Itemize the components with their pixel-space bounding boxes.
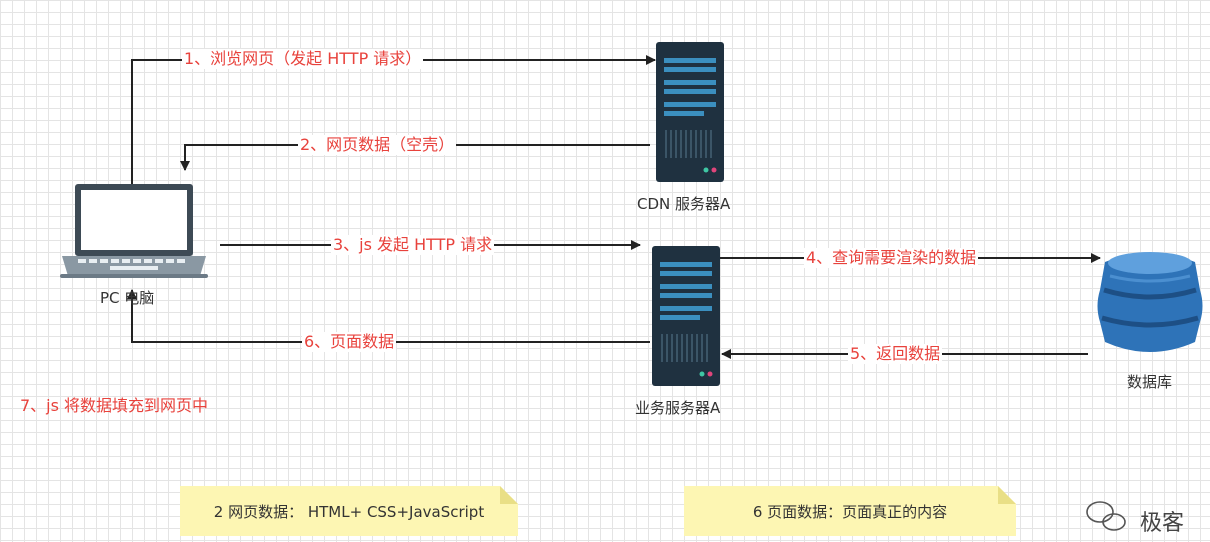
business-server-icon	[652, 246, 720, 386]
diagram-canvas	[60, 42, 1203, 531]
step-1-label: 1、浏览网页（发起 HTTP 请求）	[182, 49, 424, 69]
pc-label: PC 电脑	[100, 289, 155, 307]
arrow-step-1	[131, 55, 656, 185]
step-3-label: 3、js 发起 HTTP 请求	[331, 235, 495, 255]
note-html-css-js-text: 2 网页数据： HTML+ CSS+JavaScript	[213, 502, 485, 521]
step-5-label: 5、返回数据	[848, 344, 943, 364]
note-page-content-text: 6 页面数据：页面真正的内容	[752, 502, 948, 521]
laptop-icon	[60, 184, 208, 278]
cdn-server-label: CDN 服务器A	[637, 195, 731, 213]
step-6-label: 6、页面数据	[302, 332, 397, 352]
step-4-label: 4、查询需要渲染的数据	[804, 248, 979, 268]
business-server-label: 业务服务器A	[635, 399, 721, 417]
step-7-label: 7、js 将数据填充到网页中	[20, 396, 209, 415]
wechat-icon	[1086, 501, 1126, 531]
database-icon	[1097, 252, 1203, 352]
database-label: 数据库	[1127, 373, 1173, 391]
note-page-content: 6 页面数据：页面真正的内容	[684, 486, 1016, 536]
step-2-label: 2、网页数据（空壳）	[298, 135, 457, 155]
watermark-text: 极客	[1140, 511, 1185, 536]
note-html-css-js: 2 网页数据： HTML+ CSS+JavaScript	[180, 486, 518, 536]
cdn-server-icon	[656, 42, 724, 182]
